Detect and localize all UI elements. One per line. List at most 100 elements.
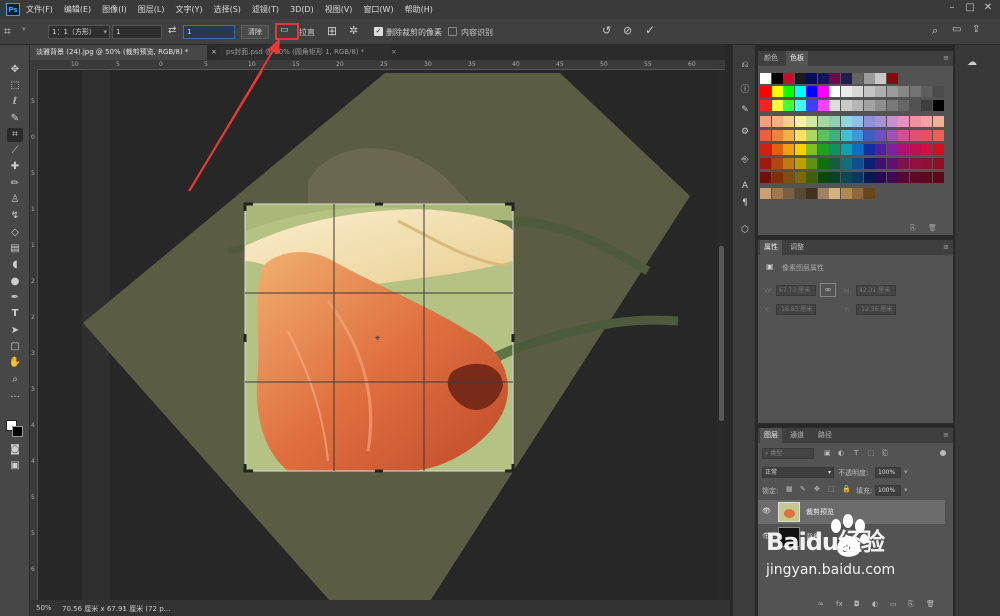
color-swatch[interactable]: [829, 158, 840, 169]
tab-adjustments[interactable]: 调整: [786, 240, 808, 255]
color-swatch[interactable]: [921, 116, 932, 127]
zoom-tool-icon[interactable]: ⌕: [7, 373, 23, 387]
color-swatch[interactable]: [829, 116, 840, 127]
color-swatch[interactable]: [771, 73, 783, 84]
menu-edit[interactable]: 编辑(E): [64, 4, 91, 15]
opacity-field[interactable]: 100%: [875, 467, 901, 478]
color-swatch[interactable]: [863, 116, 875, 127]
tab-paths[interactable]: 路径: [814, 428, 836, 443]
color-swatch[interactable]: [771, 116, 783, 127]
color-swatch[interactable]: [806, 100, 817, 111]
zoom-level[interactable]: 50%: [36, 604, 52, 612]
color-swatch[interactable]: [760, 73, 771, 84]
color-swatch[interactable]: [898, 86, 909, 97]
color-swatch[interactable]: [829, 130, 840, 141]
minimize-icon[interactable]: –: [944, 2, 960, 16]
color-swatch[interactable]: [863, 100, 875, 111]
menu-3d[interactable]: 3D(D): [290, 5, 314, 14]
color-swatch[interactable]: [863, 73, 875, 84]
swap-icon[interactable]: ⇄: [168, 25, 176, 36]
color-swatch[interactable]: [886, 100, 898, 111]
delete-cropped-checkbox[interactable]: ✓: [374, 27, 383, 36]
color-swatch[interactable]: [863, 130, 875, 141]
background-color-swatch[interactable]: [12, 426, 23, 437]
menu-view[interactable]: 视图(V): [325, 4, 353, 15]
cancel-icon[interactable]: ⊘: [623, 24, 632, 37]
menu-window[interactable]: 窗口(W): [363, 4, 393, 15]
color-swatch[interactable]: [875, 86, 886, 97]
link-icon[interactable]: ∞: [820, 283, 836, 297]
color-swatch[interactable]: [783, 73, 794, 84]
color-swatch[interactable]: [863, 158, 875, 169]
panel-menu-icon[interactable]: ≡: [943, 243, 949, 251]
add-mask-icon[interactable]: ◘: [854, 600, 860, 608]
color-swatch[interactable]: [875, 73, 886, 84]
color-swatch[interactable]: [898, 172, 909, 183]
clone-source-icon[interactable]: ⎆: [738, 153, 752, 167]
color-swatch[interactable]: [806, 158, 817, 169]
color-swatch[interactable]: [852, 86, 863, 97]
color-swatch[interactable]: [783, 130, 794, 141]
color-swatch[interactable]: [921, 144, 932, 155]
color-swatch[interactable]: [852, 172, 863, 183]
color-swatch[interactable]: [932, 116, 944, 127]
chevron-down-icon[interactable]: ▾: [22, 25, 26, 33]
tab-channels[interactable]: 通道: [786, 428, 808, 443]
color-swatch[interactable]: [921, 172, 932, 183]
maximize-icon[interactable]: □: [962, 2, 978, 16]
lock-transparency-icon[interactable]: ▦: [786, 485, 793, 493]
libraries-icon[interactable]: ☁: [961, 57, 983, 71]
adjustment-layer-icon[interactable]: ◐: [872, 600, 878, 608]
color-swatch[interactable]: [760, 116, 771, 127]
new-layer-icon[interactable]: ⎘: [908, 600, 914, 609]
quick-select-tool-icon[interactable]: ✎: [7, 112, 23, 126]
color-swatch[interactable]: [840, 116, 852, 127]
color-swatch[interactable]: [806, 130, 817, 141]
color-swatch[interactable]: [829, 144, 840, 155]
search-icon[interactable]: ⌕: [932, 24, 938, 38]
color-swatch[interactable]: [783, 158, 794, 169]
marquee-tool-icon[interactable]: ⬚: [7, 79, 23, 93]
color-swatch[interactable]: [886, 116, 898, 127]
color-swatch[interactable]: [783, 116, 794, 127]
new-swatch-icon[interactable]: ⎘: [910, 224, 916, 233]
lock-position-icon[interactable]: ✥: [814, 485, 820, 493]
tab-swatches[interactable]: 色板: [786, 51, 808, 66]
color-swatch[interactable]: [806, 116, 817, 127]
color-swatch[interactable]: [806, 73, 817, 84]
color-swatch[interactable]: [840, 73, 852, 84]
reset-icon[interactable]: ↺: [602, 24, 611, 37]
status-expand-icon[interactable]: ›: [123, 604, 126, 612]
color-swatch[interactable]: [806, 86, 817, 97]
filter-pixel-icon[interactable]: ▣: [824, 449, 831, 457]
menu-type[interactable]: 文字(Y): [175, 4, 202, 15]
color-swatch[interactable]: [886, 130, 898, 141]
color-swatch[interactable]: [783, 188, 794, 199]
close-icon[interactable]: ✕: [980, 2, 996, 16]
filter-toggle-icon[interactable]: [940, 450, 946, 456]
filter-adjust-icon[interactable]: ◐: [838, 449, 844, 457]
color-swatch[interactable]: [771, 172, 783, 183]
swatch-grid[interactable]: [760, 73, 950, 213]
tab-color[interactable]: 颜色: [760, 51, 782, 66]
filter-smart-icon[interactable]: ⎗: [882, 449, 888, 458]
vertical-scrollbar[interactable]: [718, 71, 725, 601]
link-layers-icon[interactable]: ∞: [818, 600, 824, 608]
color-swatch[interactable]: [760, 100, 771, 111]
color-swatch[interactable]: [817, 116, 829, 127]
color-swatch[interactable]: [794, 172, 806, 183]
color-swatch[interactable]: [898, 130, 909, 141]
move-tool-icon[interactable]: ✥: [7, 63, 23, 77]
color-swatch[interactable]: [829, 172, 840, 183]
color-swatch[interactable]: [760, 130, 771, 141]
content-aware-checkbox[interactable]: [448, 27, 457, 36]
h-field[interactable]: 42.31 厘米: [856, 285, 896, 296]
clone-stamp-icon[interactable]: ♙: [7, 193, 23, 207]
info-panel-icon[interactable]: ⓘ: [738, 83, 752, 97]
color-swatch[interactable]: [909, 144, 921, 155]
color-swatch[interactable]: [840, 100, 852, 111]
history-panel-icon[interactable]: ⎌: [738, 58, 752, 72]
color-swatch[interactable]: [817, 144, 829, 155]
color-swatch[interactable]: [921, 86, 932, 97]
color-swatch[interactable]: [909, 86, 921, 97]
